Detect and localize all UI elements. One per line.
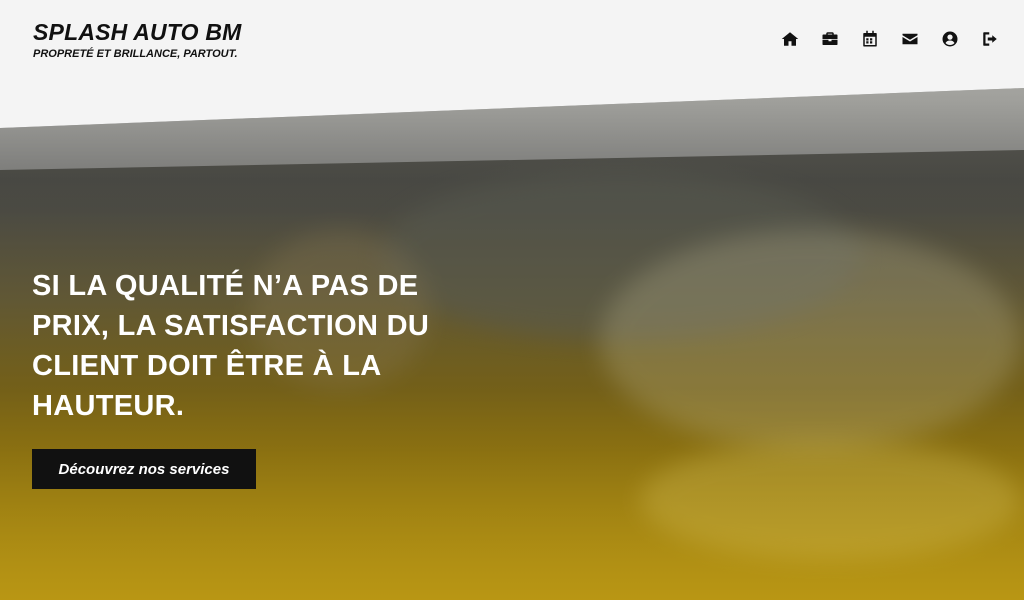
blurred-hood-reflection [640,440,1020,560]
discover-services-button[interactable]: Découvrez nos services [32,449,256,489]
calendar-icon [863,30,877,47]
envelope-icon [902,33,918,45]
main-nav [770,26,1010,52]
nav-logout[interactable] [970,26,1010,52]
user-circle-icon [942,31,958,47]
nav-services[interactable] [810,26,850,52]
nav-booking[interactable] [850,26,890,52]
blurred-car-highlight [600,230,1020,450]
hero-headline: SI LA QUALITÉ N’A PAS DE PRIX, LA SATISF… [32,270,430,422]
sign-out-icon [983,32,997,46]
briefcase-icon [822,32,838,45]
nav-home[interactable] [770,26,810,52]
brand-title[interactable]: SPLASH AUTO BM [33,19,242,46]
brand-tagline: PROPRETÉ ET BRILLANCE, PARTOUT. [33,48,238,60]
home-icon [781,32,799,46]
nav-account[interactable] [930,26,970,52]
nav-contact[interactable] [890,26,930,52]
